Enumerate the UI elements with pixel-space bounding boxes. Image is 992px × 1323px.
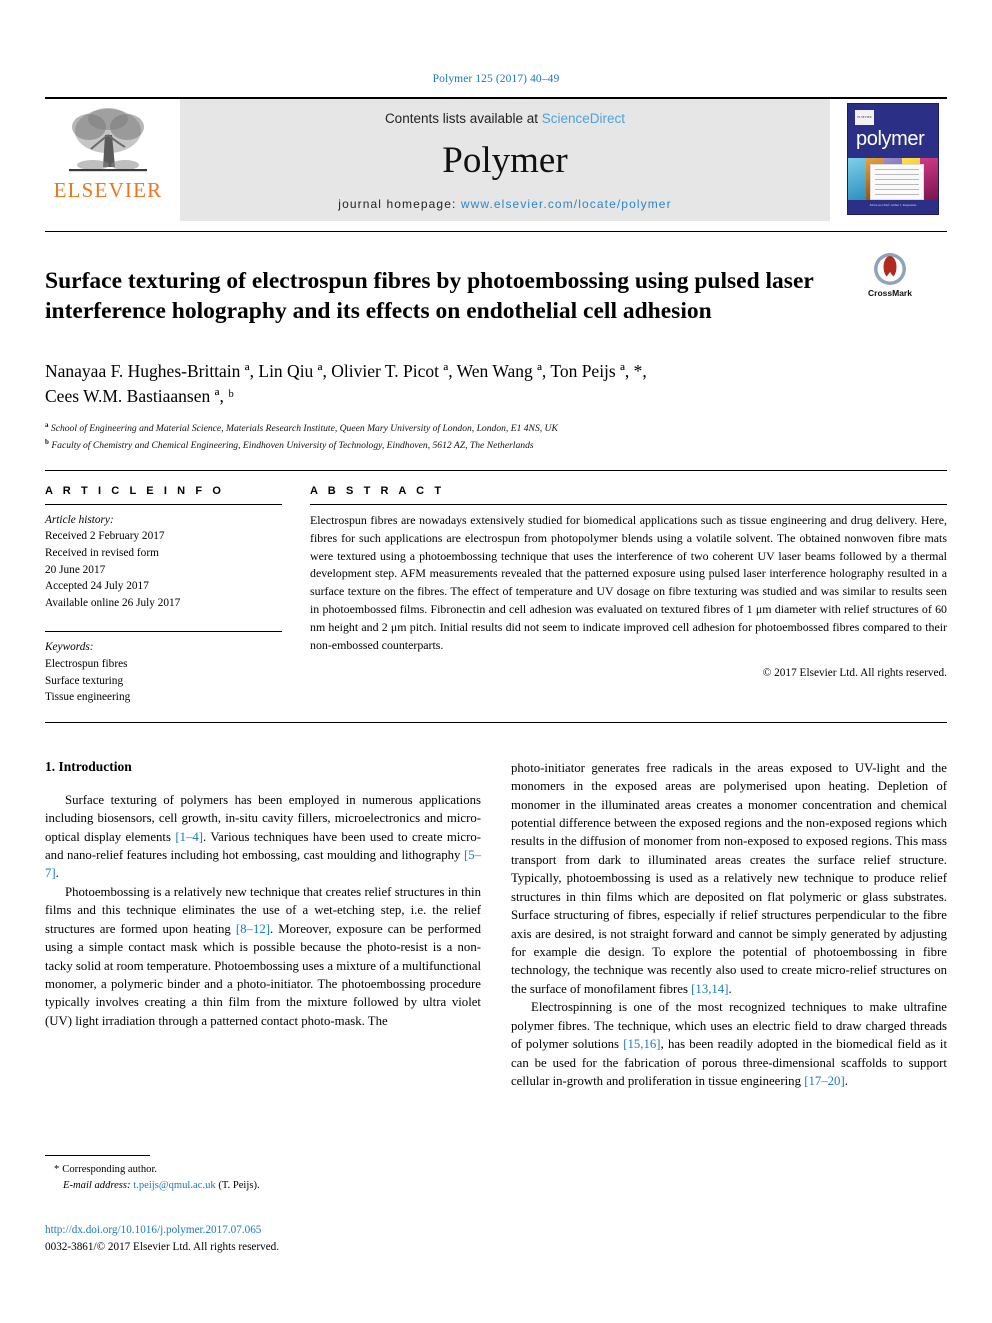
crossmark-badge[interactable]: CrossMark bbox=[846, 252, 934, 298]
keywords-rule bbox=[45, 631, 282, 633]
journal-article-page: Polymer 125 (2017) 40–49 ELSEVIER Conten… bbox=[0, 0, 992, 1323]
doi-block: http://dx.doi.org/10.1016/j.polymer.2017… bbox=[45, 1222, 279, 1256]
issn-copyright-line: 0032-3861/© 2017 Elsevier Ltd. All right… bbox=[45, 1240, 280, 1253]
abstract-copyright: © 2017 Elsevier Ltd. All rights reserved… bbox=[762, 666, 947, 679]
journal-homepage-link[interactable]: www.elsevier.com/locate/polymer bbox=[461, 197, 672, 211]
paragraph: Photoembossing is a relatively new techn… bbox=[45, 884, 481, 1028]
masthead-bottom-rule bbox=[45, 231, 947, 232]
abstract-column: A B S T R A C T Electrospun fibres are n… bbox=[310, 485, 947, 706]
footnote-marker: * bbox=[54, 1164, 60, 1175]
journal-title: Polymer bbox=[442, 140, 568, 181]
crossmark-label: CrossMark bbox=[868, 288, 912, 298]
footnote-rule bbox=[45, 1155, 150, 1156]
abstract-heading: A B S T R A C T bbox=[310, 484, 445, 497]
citation-ref[interactable]: [15,16] bbox=[623, 1037, 660, 1051]
citation-ref[interactable]: [17–20] bbox=[804, 1074, 845, 1088]
paragraph: Surface texturing of polymers has been e… bbox=[45, 792, 481, 881]
history-item: 20 June 2017 bbox=[45, 563, 106, 576]
email-label: E-mail address: bbox=[63, 1179, 131, 1191]
article-history: Article history: Received 2 February 201… bbox=[45, 512, 282, 612]
abstract-text: Electrospun fibres are nowadays extensiv… bbox=[310, 512, 947, 652]
doi-link[interactable]: http://dx.doi.org/10.1016/j.polymer.2017… bbox=[45, 1222, 279, 1239]
paragraph: photo-initiator generates free radicals … bbox=[511, 760, 947, 996]
article-info-column: A R T I C L E I N F O Article history: R… bbox=[45, 485, 282, 706]
email-line: E-mail address: t.peijs@qmul.ac.uk (T. P… bbox=[45, 1178, 475, 1194]
affiliation-text: School of Engineering and Material Scien… bbox=[50, 423, 558, 435]
email-owner: (T. Peijs). bbox=[218, 1179, 260, 1191]
publisher-logo: ELSEVIER bbox=[45, 99, 171, 221]
article-info-rule bbox=[45, 503, 282, 505]
cover-inset-plot bbox=[870, 164, 924, 200]
page-title: Surface texturing of electrospun fibres … bbox=[45, 267, 814, 325]
citation-ref[interactable]: [13,14] bbox=[691, 982, 728, 996]
cover-image: ELSEVIER polymer Editor-in-Chief: Arthur… bbox=[847, 103, 939, 215]
corresponding-author-footnote: * Corresponding author. E-mail address: t… bbox=[45, 1155, 475, 1194]
corresponding-author-line: * Corresponding author. bbox=[45, 1162, 475, 1178]
citation-ref[interactable]: [1–4] bbox=[175, 830, 203, 844]
article-body: 1. Introduction Surface texturing of pol… bbox=[45, 759, 947, 1091]
cover-title: polymer bbox=[856, 128, 925, 150]
affiliation-mark: a bbox=[45, 421, 49, 430]
journal-cover-thumbnail: ELSEVIER polymer Editor-in-Chief: Arthur… bbox=[839, 99, 947, 221]
affiliation-text: Faculty of Chemistry and Chemical Engine… bbox=[51, 440, 534, 452]
history-item: Received 2 February 2017 bbox=[45, 530, 165, 543]
info-abstract-top-rule bbox=[45, 469, 947, 471]
cover-badge: ELSEVIER bbox=[855, 110, 874, 125]
affiliation-item: a School of Engineering and Material Sci… bbox=[45, 420, 947, 437]
keyword-item: Electrospun fibres bbox=[45, 658, 128, 670]
info-abstract-bottom-rule bbox=[45, 721, 947, 723]
abstract-rule bbox=[310, 503, 947, 505]
history-item: Received in revised form bbox=[45, 547, 159, 560]
running-head: Polymer 125 (2017) 40–49 bbox=[432, 73, 560, 85]
contents-line: Contents lists available at ScienceDirec… bbox=[385, 111, 625, 126]
section-heading-introduction: 1. Introduction bbox=[45, 758, 132, 774]
masthead-banner: Contents lists available at ScienceDirec… bbox=[180, 99, 830, 221]
paragraph: Electrospinning is one of the most recog… bbox=[511, 1000, 948, 1088]
affiliation-item: b Faculty of Chemistry and Chemical Engi… bbox=[45, 437, 947, 454]
elsevier-wordmark: ELSEVIER bbox=[53, 178, 163, 202]
cover-footer-text: Editor-in-Chief: Arthur J. Ragauskas bbox=[869, 202, 917, 207]
article-info-heading: A R T I C L E I N F O bbox=[45, 484, 225, 497]
keywords-label: Keywords: bbox=[45, 641, 94, 654]
affiliation-mark: b bbox=[45, 438, 49, 447]
journal-masthead: ELSEVIER Contents lists available at Sci… bbox=[45, 97, 947, 221]
article-history-label: Article history: bbox=[45, 513, 114, 526]
title-area: Surface texturing of electrospun fibres … bbox=[45, 250, 947, 343]
elsevier-tree-icon bbox=[69, 108, 147, 172]
crossmark-icon bbox=[874, 253, 906, 285]
keyword-item: Surface texturing bbox=[45, 674, 124, 687]
homepage-prefix: journal homepage: bbox=[338, 197, 461, 211]
corresponding-author-label: Corresponding author. bbox=[62, 1164, 158, 1175]
author-line-1: Nanayaa F. Hughes-Brittain ª, Lin Qiu ª,… bbox=[45, 360, 647, 381]
citation-ref[interactable]: [8–12] bbox=[236, 922, 270, 936]
contents-prefix: Contents lists available at bbox=[384, 111, 542, 126]
info-abstract-section: A R T I C L E I N F O Article history: R… bbox=[45, 485, 947, 706]
journal-homepage-line: journal homepage: www.elsevier.com/locat… bbox=[338, 197, 671, 211]
keywords-block: Keywords: Electrospun fibres Surface tex… bbox=[45, 639, 282, 705]
body-column-left: 1. Introduction Surface texturing of pol… bbox=[45, 759, 481, 1091]
author-line-2: Cees W.M. Bastiaansen ª, ᵇ bbox=[45, 385, 234, 406]
sciencedirect-link[interactable]: ScienceDirect bbox=[542, 111, 625, 126]
author-list: Nanayaa F. Hughes-Brittain ª, Lin Qiu ª,… bbox=[45, 359, 947, 410]
keyword-item: Tissue engineering bbox=[45, 691, 131, 704]
citation-ref[interactable]: [5–7] bbox=[45, 848, 481, 880]
history-item: Accepted 24 July 2017 bbox=[45, 580, 149, 593]
history-item: Available online 26 July 2017 bbox=[45, 596, 181, 609]
email-link[interactable]: t.peijs@qmul.ac.uk bbox=[133, 1180, 215, 1191]
body-column-right: photo-initiator generates free radicals … bbox=[511, 759, 947, 1091]
affiliation-list: a School of Engineering and Material Sci… bbox=[45, 420, 947, 454]
